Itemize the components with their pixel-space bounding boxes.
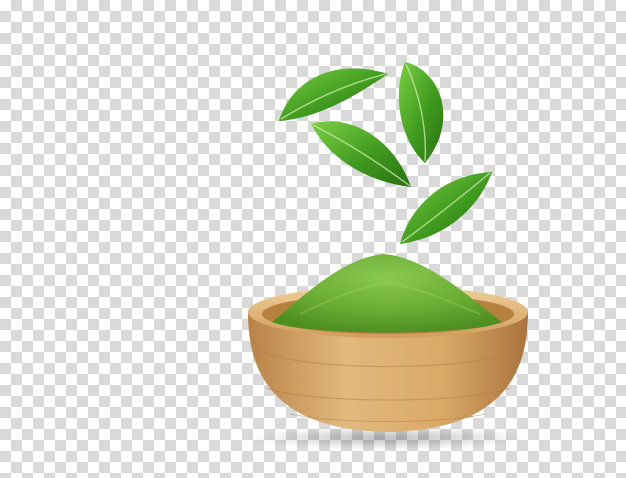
matcha-scene [248, 62, 528, 450]
tea-leaf-lower [400, 172, 492, 244]
transparency-checkerboard-background [0, 0, 626, 478]
tea-leaf-top-right [398, 62, 444, 163]
tea-leaf-top-left [279, 68, 388, 121]
tea-leaf-middle [311, 121, 411, 187]
